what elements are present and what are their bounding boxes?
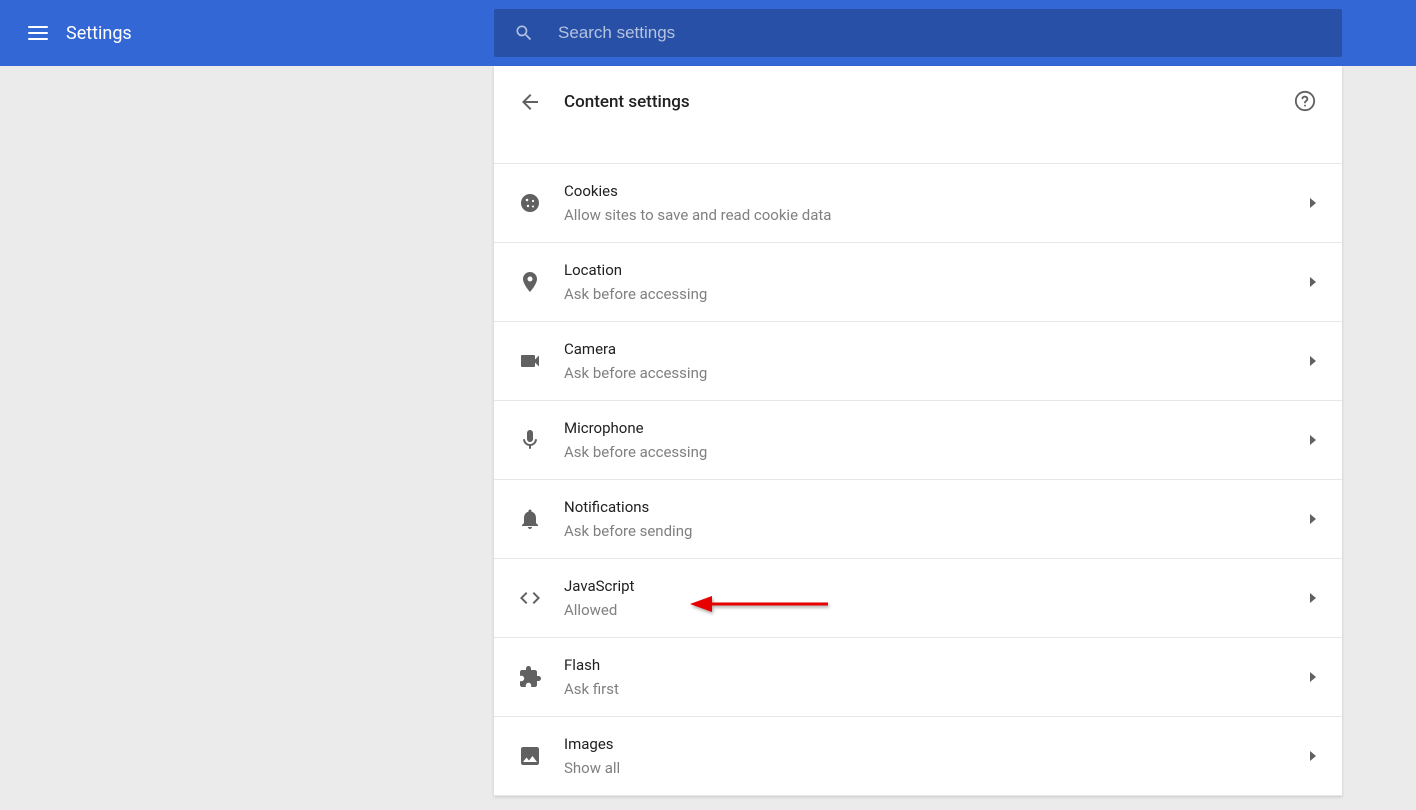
row-title: Cookies [564, 181, 1308, 201]
chevron-right-icon [1308, 356, 1318, 366]
row-title: Notifications [564, 497, 1308, 517]
row-subtitle: Allowed [564, 600, 1308, 620]
help-icon [1294, 90, 1316, 112]
row-notifications[interactable]: Notifications Ask before sending [494, 479, 1342, 558]
chevron-right-icon [1308, 198, 1318, 208]
row-subtitle: Ask before sending [564, 521, 1308, 541]
bell-icon [518, 507, 542, 531]
row-title: Images [564, 734, 1308, 754]
row-subtitle: Ask before accessing [564, 284, 1308, 304]
row-javascript[interactable]: JavaScript Allowed [494, 558, 1342, 637]
search-input[interactable] [558, 23, 1322, 43]
settings-list: Cookies Allow sites to save and read coo… [494, 163, 1342, 796]
topbar: Settings [0, 0, 1416, 66]
microphone-icon [518, 428, 542, 452]
chevron-right-icon [1308, 593, 1318, 603]
code-icon [518, 586, 542, 610]
row-subtitle: Ask before accessing [564, 442, 1308, 462]
row-text: Flash Ask first [564, 655, 1308, 699]
row-location[interactable]: Location Ask before accessing [494, 242, 1342, 321]
page-header: Content settings [494, 66, 1342, 138]
chevron-right-icon [1308, 672, 1318, 682]
row-text: Images Show all [564, 734, 1308, 778]
arrow-back-icon [518, 90, 542, 114]
row-title: Flash [564, 655, 1308, 675]
camera-icon [518, 349, 542, 373]
chevron-right-icon [1308, 514, 1318, 524]
location-icon [518, 270, 542, 294]
image-icon [518, 744, 542, 768]
chevron-right-icon [1308, 751, 1318, 761]
cookie-icon [518, 191, 542, 215]
row-subtitle: Show all [564, 758, 1308, 778]
row-text: Cookies Allow sites to save and read coo… [564, 181, 1308, 225]
row-subtitle: Allow sites to save and read cookie data [564, 205, 1308, 225]
content-panel: Content settings Cookies Allow sites to … [494, 66, 1342, 796]
row-text: Notifications Ask before sending [564, 497, 1308, 541]
hamburger-icon [28, 26, 48, 40]
app-title: Settings [66, 23, 132, 44]
row-title: JavaScript [564, 576, 1308, 596]
row-subtitle: Ask before accessing [564, 363, 1308, 383]
row-text: Location Ask before accessing [564, 260, 1308, 304]
search-icon [514, 23, 534, 43]
search-box[interactable] [494, 9, 1342, 57]
row-title: Location [564, 260, 1308, 280]
menu-button[interactable] [14, 9, 62, 57]
row-title: Microphone [564, 418, 1308, 438]
extension-icon [518, 665, 542, 689]
page-title: Content settings [564, 92, 1294, 112]
row-cookies[interactable]: Cookies Allow sites to save and read coo… [494, 163, 1342, 242]
chevron-right-icon [1308, 277, 1318, 287]
row-title: Camera [564, 339, 1308, 359]
back-button[interactable] [518, 90, 542, 114]
row-text: Microphone Ask before accessing [564, 418, 1308, 462]
row-flash[interactable]: Flash Ask first [494, 637, 1342, 716]
help-button[interactable] [1294, 90, 1318, 114]
row-microphone[interactable]: Microphone Ask before accessing [494, 400, 1342, 479]
row-camera[interactable]: Camera Ask before accessing [494, 321, 1342, 400]
row-text: Camera Ask before accessing [564, 339, 1308, 383]
row-subtitle: Ask first [564, 679, 1308, 699]
row-images[interactable]: Images Show all [494, 716, 1342, 796]
chevron-right-icon [1308, 435, 1318, 445]
row-text: JavaScript Allowed [564, 576, 1308, 620]
